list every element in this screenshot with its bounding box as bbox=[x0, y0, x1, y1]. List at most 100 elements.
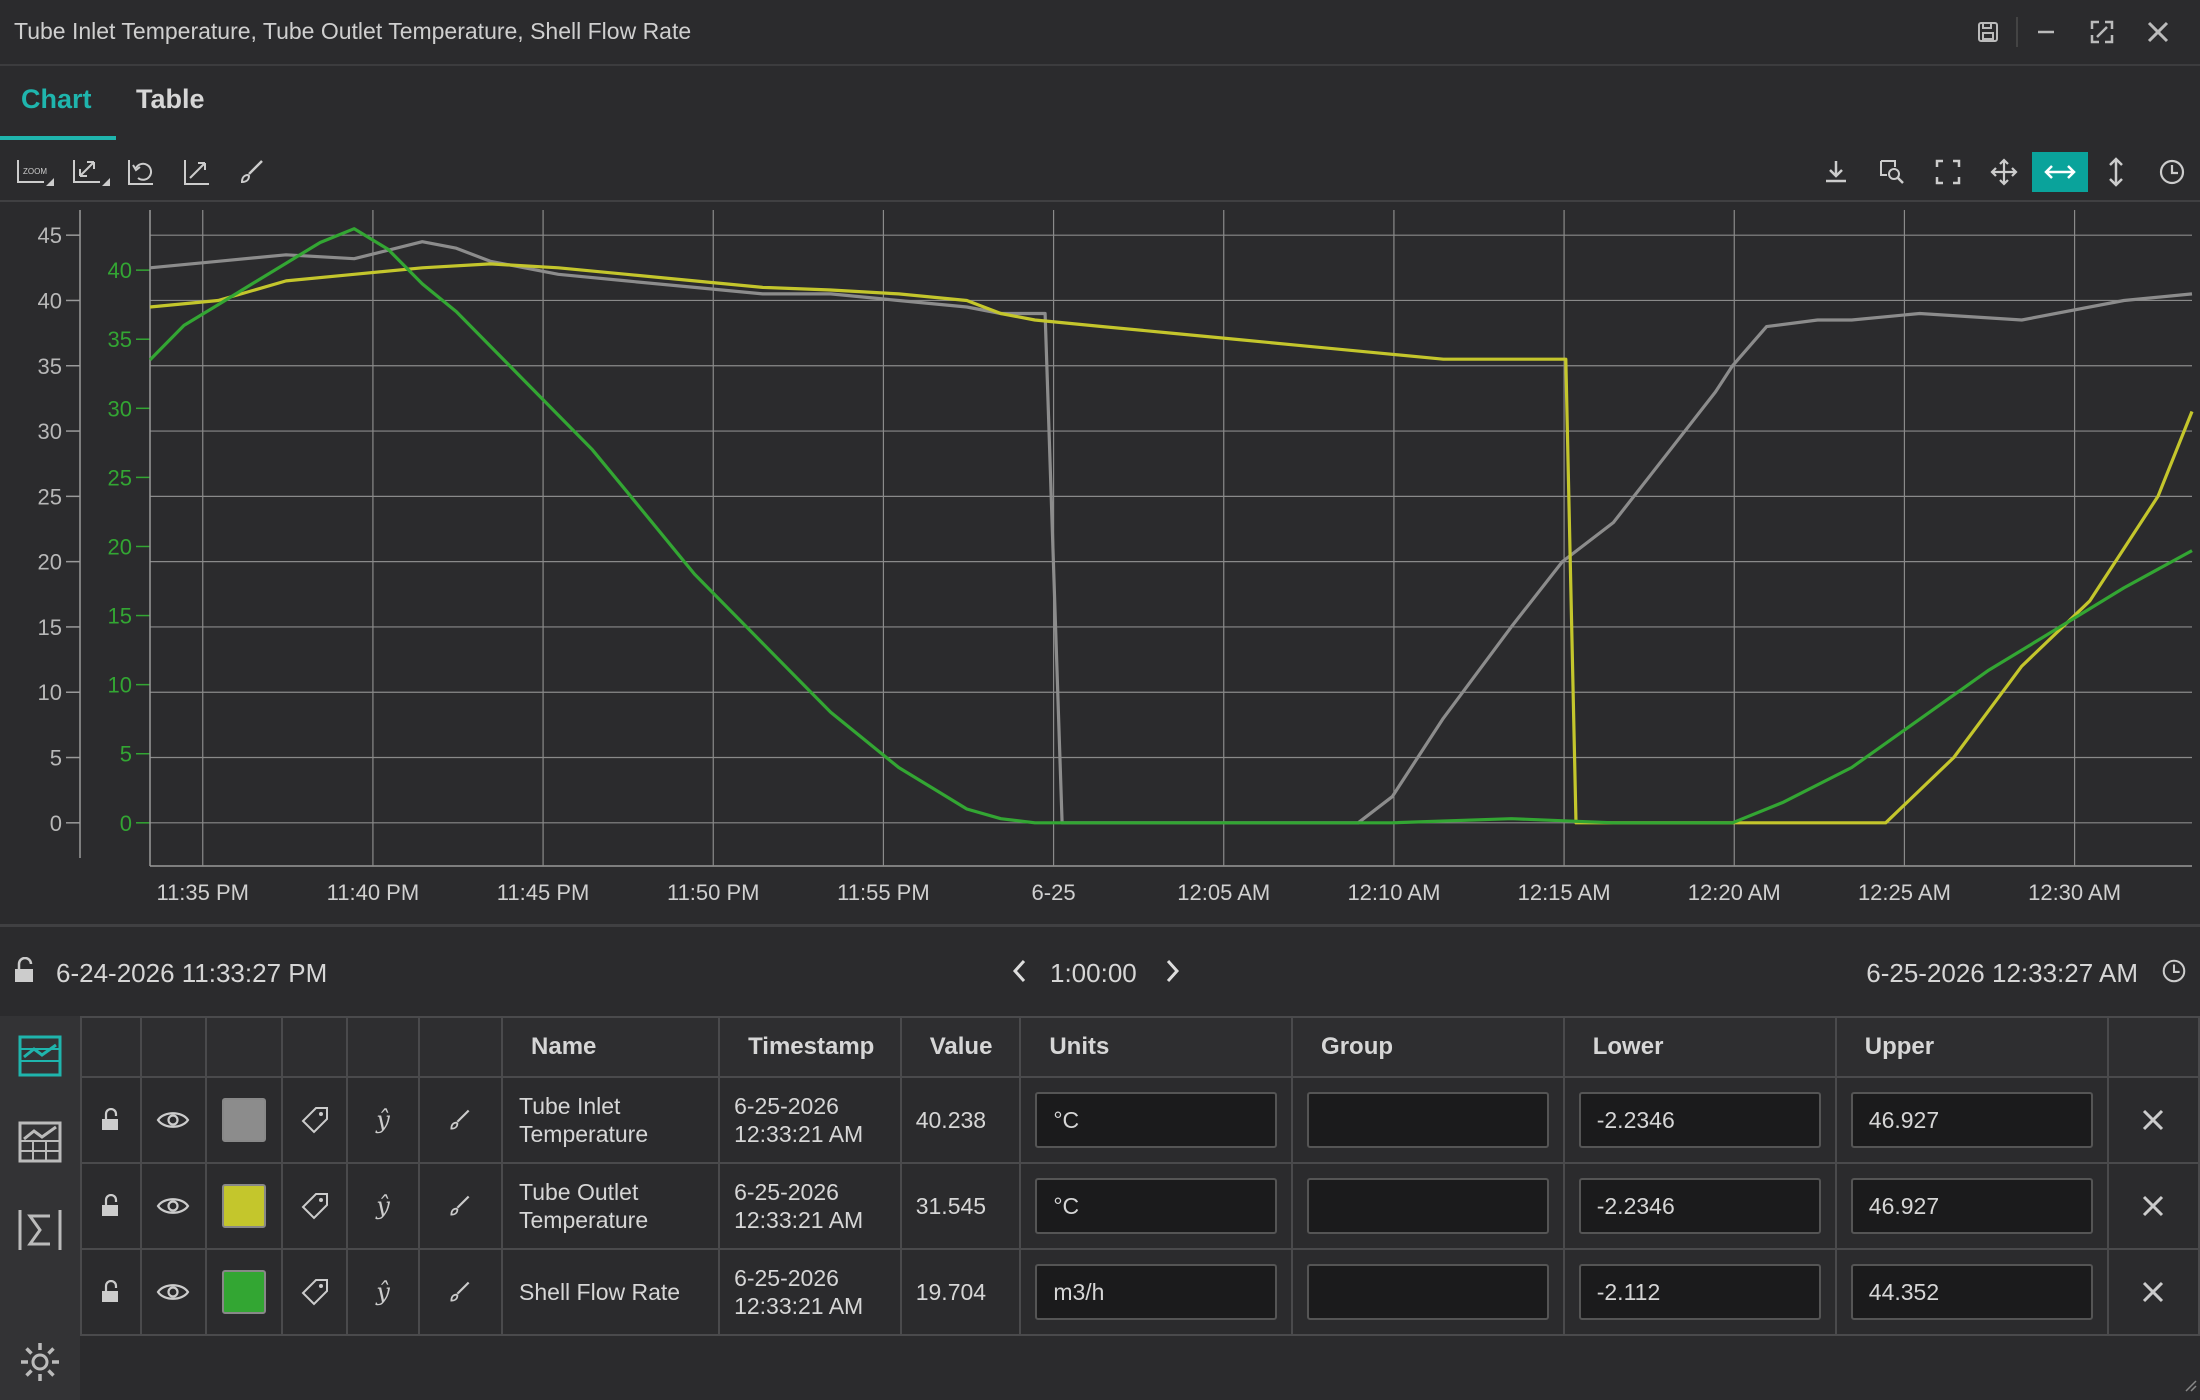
tag-icon[interactable] bbox=[283, 1078, 347, 1162]
unlock-icon[interactable] bbox=[82, 1164, 140, 1248]
brush-icon[interactable] bbox=[420, 1250, 501, 1334]
lower-input[interactable]: -2.112 bbox=[1578, 1264, 1821, 1320]
y-tick-label-flow: 25 bbox=[108, 465, 132, 490]
group-input[interactable] bbox=[1307, 1178, 1549, 1234]
color-swatch[interactable] bbox=[221, 1098, 266, 1142]
y-tick-label-temp: 45 bbox=[38, 223, 62, 248]
series-name: Shell Flow Rate bbox=[519, 1279, 681, 1305]
header-lower[interactable]: Lower bbox=[1562, 1016, 1837, 1078]
y-axis-icon[interactable]: ŷ bbox=[348, 1164, 417, 1248]
zoom-x-icon[interactable]: ZOOM bbox=[12, 152, 56, 192]
active-tab-indicator bbox=[0, 136, 116, 140]
y-tick-label-temp: 40 bbox=[38, 288, 62, 313]
units-input[interactable]: °C bbox=[1035, 1178, 1278, 1234]
upper-input[interactable]: 44.352 bbox=[1850, 1264, 2093, 1320]
undo-zoom-icon[interactable] bbox=[118, 152, 162, 192]
series-name: Tube Outlet Temperature bbox=[519, 1179, 649, 1233]
header-name[interactable]: Name bbox=[501, 1016, 721, 1078]
y-tick-label-flow: 10 bbox=[108, 673, 132, 698]
pan-horizontal-icon[interactable] bbox=[2032, 152, 2088, 192]
y-axis-icon[interactable]: ŷ bbox=[348, 1078, 417, 1162]
visibility-cell bbox=[139, 1076, 208, 1164]
refresh-time-icon[interactable] bbox=[2160, 957, 2188, 992]
chart-grid-icon[interactable] bbox=[12, 1114, 68, 1170]
maximize-icon[interactable] bbox=[2074, 12, 2130, 52]
eye-icon[interactable] bbox=[142, 1164, 206, 1248]
upper-input[interactable]: 46.927 bbox=[1850, 1092, 2093, 1148]
tag-cell bbox=[280, 1076, 349, 1164]
range-start[interactable]: 6-24-2026 11:33:27 PM bbox=[56, 958, 327, 989]
zoom-xy-icon[interactable] bbox=[68, 152, 112, 192]
pan-vertical-icon[interactable] bbox=[2094, 152, 2138, 192]
upper-input[interactable]: 46.927 bbox=[1850, 1178, 2093, 1234]
style-cell bbox=[417, 1162, 504, 1250]
x-tick-label: 11:35 PM bbox=[156, 880, 249, 905]
resize-grip-icon[interactable] bbox=[2182, 1377, 2198, 1398]
range-end[interactable]: 6-25-2026 12:33:27 AM bbox=[1866, 958, 2138, 989]
remove-icon[interactable] bbox=[2109, 1250, 2198, 1334]
remove-icon[interactable] bbox=[2109, 1164, 2198, 1248]
chart-svg[interactable]: 0 5 10 15 20 25 30 35 40 45 0 5 10 15 20 25 30 35 40 11:35 … bbox=[0, 202, 2200, 922]
header-units[interactable]: Units bbox=[1019, 1016, 1294, 1078]
units-input[interactable]: °C bbox=[1035, 1092, 1278, 1148]
brush-icon[interactable] bbox=[230, 152, 274, 192]
minimize-icon[interactable] bbox=[2018, 12, 2074, 52]
axis-cell: ŷ bbox=[346, 1248, 420, 1336]
settings-gear-icon[interactable] bbox=[12, 1334, 68, 1390]
pan-icon[interactable] bbox=[1982, 152, 2026, 192]
series-value: 31.545 bbox=[915, 1192, 987, 1219]
eye-icon[interactable] bbox=[142, 1078, 206, 1162]
range-duration[interactable]: 1:00:00 bbox=[1050, 958, 1137, 989]
header-group[interactable]: Group bbox=[1291, 1016, 1565, 1078]
header-tag bbox=[280, 1016, 349, 1078]
x-tick-label: 12:20 AM bbox=[1688, 880, 1781, 905]
fullscreen-icon[interactable] bbox=[1926, 152, 1970, 192]
lock-cell bbox=[80, 1076, 142, 1164]
tag-icon[interactable] bbox=[283, 1250, 347, 1334]
chevron-left-icon[interactable] bbox=[1008, 957, 1032, 992]
save-icon[interactable] bbox=[1960, 12, 2016, 52]
lower-input[interactable]: -2.2346 bbox=[1578, 1178, 1821, 1234]
tab-table[interactable]: Table bbox=[136, 84, 205, 115]
brush-icon[interactable] bbox=[420, 1078, 501, 1162]
remove-icon[interactable] bbox=[2109, 1078, 2198, 1162]
y-axis-icon[interactable]: ŷ bbox=[348, 1250, 417, 1334]
header-axis bbox=[346, 1016, 420, 1078]
trend-chart[interactable]: 0 5 10 15 20 25 30 35 40 45 0 5 10 15 20 25 30 35 40 11:35 … bbox=[0, 202, 2200, 922]
lower-input[interactable]: -2.2346 bbox=[1578, 1092, 1821, 1148]
visibility-cell bbox=[139, 1162, 208, 1250]
color-swatch[interactable] bbox=[221, 1270, 266, 1314]
color-swatch[interactable] bbox=[221, 1184, 266, 1228]
y-tick-label-flow: 40 bbox=[108, 258, 132, 283]
lock-icon[interactable] bbox=[12, 956, 38, 992]
close-icon[interactable] bbox=[2130, 12, 2186, 52]
chart-series-icon[interactable] bbox=[12, 1028, 68, 1084]
zoom-select-icon[interactable] bbox=[1870, 152, 1914, 192]
sigma-icon[interactable] bbox=[12, 1202, 68, 1258]
group-input[interactable] bbox=[1307, 1264, 1549, 1320]
unlock-icon[interactable] bbox=[82, 1250, 140, 1334]
x-tick-label: 12:30 AM bbox=[2028, 880, 2121, 905]
group-input[interactable] bbox=[1307, 1092, 1549, 1148]
download-icon[interactable] bbox=[1814, 152, 1858, 192]
header-remove bbox=[2106, 1016, 2200, 1078]
y-tick-label-flow: 35 bbox=[108, 327, 132, 352]
x-tick-label: 12:05 AM bbox=[1177, 880, 1270, 905]
title-bar: Tube Inlet Temperature, Tube Outlet Temp… bbox=[0, 0, 2200, 66]
history-icon[interactable] bbox=[2150, 152, 2194, 192]
table-row: ŷ Tube Inlet Temperature 6-25-2026 12:33… bbox=[80, 1076, 2200, 1164]
autoscale-icon[interactable] bbox=[174, 152, 218, 192]
x-tick-label: 11:40 PM bbox=[327, 880, 420, 905]
header-value[interactable]: Value bbox=[899, 1016, 1022, 1078]
tag-icon[interactable] bbox=[283, 1164, 347, 1248]
chevron-right-icon[interactable] bbox=[1160, 957, 1184, 992]
y-tick-label-flow: 0 bbox=[120, 811, 132, 836]
eye-icon[interactable] bbox=[142, 1250, 206, 1334]
header-upper[interactable]: Upper bbox=[1834, 1016, 2109, 1078]
brush-icon[interactable] bbox=[420, 1164, 501, 1248]
tab-chart[interactable]: Chart bbox=[21, 84, 92, 115]
units-input[interactable]: m3/h bbox=[1035, 1264, 1278, 1320]
window-controls bbox=[1960, 12, 2186, 52]
header-timestamp[interactable]: Timestamp bbox=[718, 1016, 902, 1078]
unlock-icon[interactable] bbox=[82, 1078, 140, 1162]
